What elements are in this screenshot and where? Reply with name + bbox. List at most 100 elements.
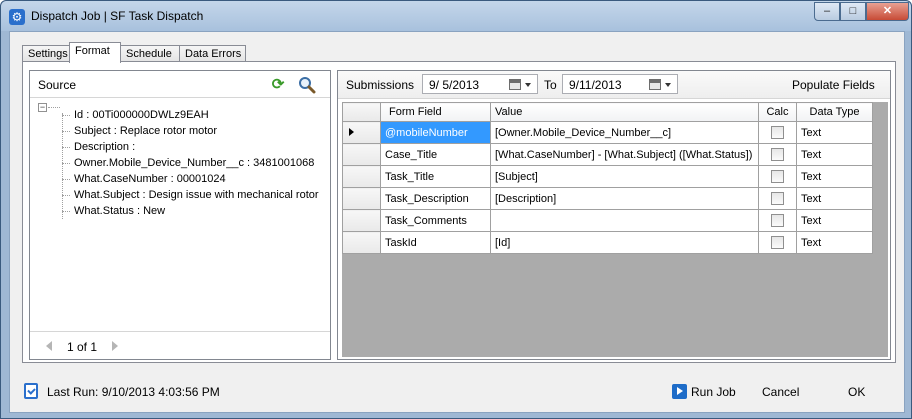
data-type-cell[interactable]: Text <box>796 121 873 144</box>
row-header[interactable] <box>342 187 381 210</box>
calendar-icon[interactable] <box>649 79 661 90</box>
current-row-arrow-icon <box>349 127 354 136</box>
data-type-cell[interactable]: Text <box>796 209 873 232</box>
value-cell[interactable] <box>490 209 759 232</box>
from-date-value: 9/ 5/2013 <box>429 78 480 92</box>
minimize-button[interactable]: – <box>814 2 840 21</box>
submissions-label: Submissions <box>346 78 415 92</box>
tree-item-subject[interactable]: Subject : Replace rotor motor <box>62 123 217 139</box>
source-title: Source <box>38 78 77 92</box>
previous-page-icon[interactable] <box>46 341 52 351</box>
dialog-footer: Last Run: 9/10/2013 4:03:56 PM Run Job C… <box>10 372 904 412</box>
search-icon[interactable] <box>298 76 316 94</box>
tree-item-case-status[interactable]: What.Status : New <box>62 203 165 219</box>
next-page-icon[interactable] <box>112 341 118 351</box>
title-bar[interactable]: ⚙ Dispatch Job | SF Task Dispatch – □ ✕ <box>1 1 911 31</box>
chevron-down-icon[interactable] <box>665 83 671 87</box>
tree-item-case-number[interactable]: What.CaseNumber : 00001024 <box>62 171 226 187</box>
calendar-icon[interactable] <box>509 79 521 90</box>
mapping-panel: Submissions 9/ 5/2013 To 9/11/2013 Popul… <box>337 70 891 360</box>
page-indicator: 1 of 1 <box>67 340 98 354</box>
close-button[interactable]: ✕ <box>866 2 909 21</box>
value-cell[interactable]: [Subject] <box>490 165 759 188</box>
tree-item-id[interactable]: Id : 00Ti000000DWLz9EAH <box>62 107 209 123</box>
tab-format[interactable]: Format <box>69 42 121 63</box>
table-row[interactable]: Case_Title [What.CaseNumber] - [What.Sub… <box>342 143 873 166</box>
calc-checkbox[interactable] <box>771 214 784 227</box>
table-row[interactable]: Task_Comments Text <box>342 209 873 232</box>
refresh-icon[interactable]: ⟳ <box>270 77 286 93</box>
to-date-picker[interactable]: 9/11/2013 <box>562 74 678 94</box>
table-row[interactable]: TaskId [Id] Text <box>342 231 873 254</box>
to-date-value: 9/11/2013 <box>569 78 622 92</box>
form-field-cell[interactable]: Task_Title <box>380 165 491 188</box>
tree-item-mobile-number[interactable]: Owner.Mobile_Device_Number__c : 34810010… <box>62 155 314 171</box>
value-cell[interactable]: [Description] <box>490 187 759 210</box>
cancel-button[interactable]: Cancel <box>762 385 799 399</box>
field-mapping-grid: Form Field Value Calc Data Type @mobileN… <box>342 102 888 357</box>
table-row[interactable]: Task_Description [Description] Text <box>342 187 873 210</box>
chevron-down-icon[interactable] <box>525 83 531 87</box>
calc-checkbox[interactable] <box>771 148 784 161</box>
row-header[interactable] <box>342 143 381 166</box>
source-pager: 1 of 1 <box>30 331 330 360</box>
table-row[interactable]: Task_Title [Subject] Text <box>342 165 873 188</box>
source-tree: − Id : 00Ti000000DWLz9EAH Subject : Repl… <box>30 99 330 331</box>
clipboard-check-icon <box>24 383 38 399</box>
dialog-body: Settings Format Schedule Data Errors Sou… <box>9 31 905 413</box>
row-header[interactable] <box>342 209 381 232</box>
table-header-row: Form Field Value Calc Data Type <box>342 102 873 122</box>
value-cell[interactable]: [Id] <box>490 231 759 254</box>
calc-cell <box>758 209 797 232</box>
form-field-cell[interactable]: TaskId <box>380 231 491 254</box>
column-header-data-type[interactable]: Data Type <box>796 102 873 122</box>
ok-button[interactable]: OK <box>848 385 865 399</box>
calc-checkbox[interactable] <box>771 236 784 249</box>
calc-checkbox[interactable] <box>771 170 784 183</box>
tree-root-connector <box>48 107 60 108</box>
submissions-toolbar: Submissions 9/ 5/2013 To 9/11/2013 Popul… <box>338 71 890 99</box>
calc-cell <box>758 165 797 188</box>
row-header[interactable] <box>342 165 381 188</box>
row-header[interactable] <box>342 231 381 254</box>
column-header-form-field[interactable]: Form Field <box>380 102 491 122</box>
run-job-label: Run Job <box>691 385 736 399</box>
dialog-window: ⚙ Dispatch Job | SF Task Dispatch – □ ✕ … <box>0 0 912 419</box>
table-row[interactable]: @mobileNumber [Owner.Mobile_Device_Numbe… <box>342 121 873 144</box>
window-title: Dispatch Job | SF Task Dispatch <box>31 9 204 23</box>
from-date-picker[interactable]: 9/ 5/2013 <box>422 74 538 94</box>
current-row-indicator[interactable] <box>342 121 381 144</box>
app-gear-icon: ⚙ <box>9 9 25 25</box>
data-type-cell[interactable]: Text <box>796 143 873 166</box>
data-type-cell[interactable]: Text <box>796 231 873 254</box>
data-type-cell[interactable]: Text <box>796 187 873 210</box>
form-field-cell[interactable]: Case_Title <box>380 143 491 166</box>
form-field-cell[interactable]: Task_Comments <box>380 209 491 232</box>
data-type-cell[interactable]: Text <box>796 165 873 188</box>
mapping-table: Form Field Value Calc Data Type @mobileN… <box>342 102 873 254</box>
maximize-button[interactable]: □ <box>840 2 866 21</box>
calc-cell <box>758 231 797 254</box>
calc-checkbox[interactable] <box>771 192 784 205</box>
calc-cell <box>758 187 797 210</box>
tree-item-case-subject[interactable]: What.Subject : Design issue with mechani… <box>62 187 319 203</box>
last-run-label: Last Run: 9/10/2013 4:03:56 PM <box>47 385 220 399</box>
value-cell[interactable]: [What.CaseNumber] - [What.Subject] ([Wha… <box>490 143 759 166</box>
tree-item-description[interactable]: Description : <box>62 139 135 155</box>
source-panel: Source ⟳ − Id : 00Ti000000DWLz9EAH Subje… <box>29 70 331 360</box>
populate-fields-button[interactable]: Populate Fields <box>792 78 875 92</box>
format-tab-panel: Source ⟳ − Id : 00Ti000000DWLz9EAH Subje… <box>22 61 896 363</box>
value-cell[interactable]: [Owner.Mobile_Device_Number__c] <box>490 121 759 144</box>
calc-checkbox[interactable] <box>771 126 784 139</box>
form-field-cell[interactable]: Task_Description <box>380 187 491 210</box>
column-header-calc[interactable]: Calc <box>758 102 797 122</box>
to-label: To <box>544 78 557 92</box>
row-header-corner <box>342 102 381 122</box>
source-header: Source ⟳ <box>30 71 330 98</box>
calc-cell <box>758 143 797 166</box>
play-icon <box>672 384 687 399</box>
column-header-value[interactable]: Value <box>490 102 759 122</box>
tree-collapse-toggle[interactable]: − <box>38 103 47 112</box>
form-field-cell[interactable]: @mobileNumber <box>380 121 491 144</box>
calc-cell <box>758 121 797 144</box>
